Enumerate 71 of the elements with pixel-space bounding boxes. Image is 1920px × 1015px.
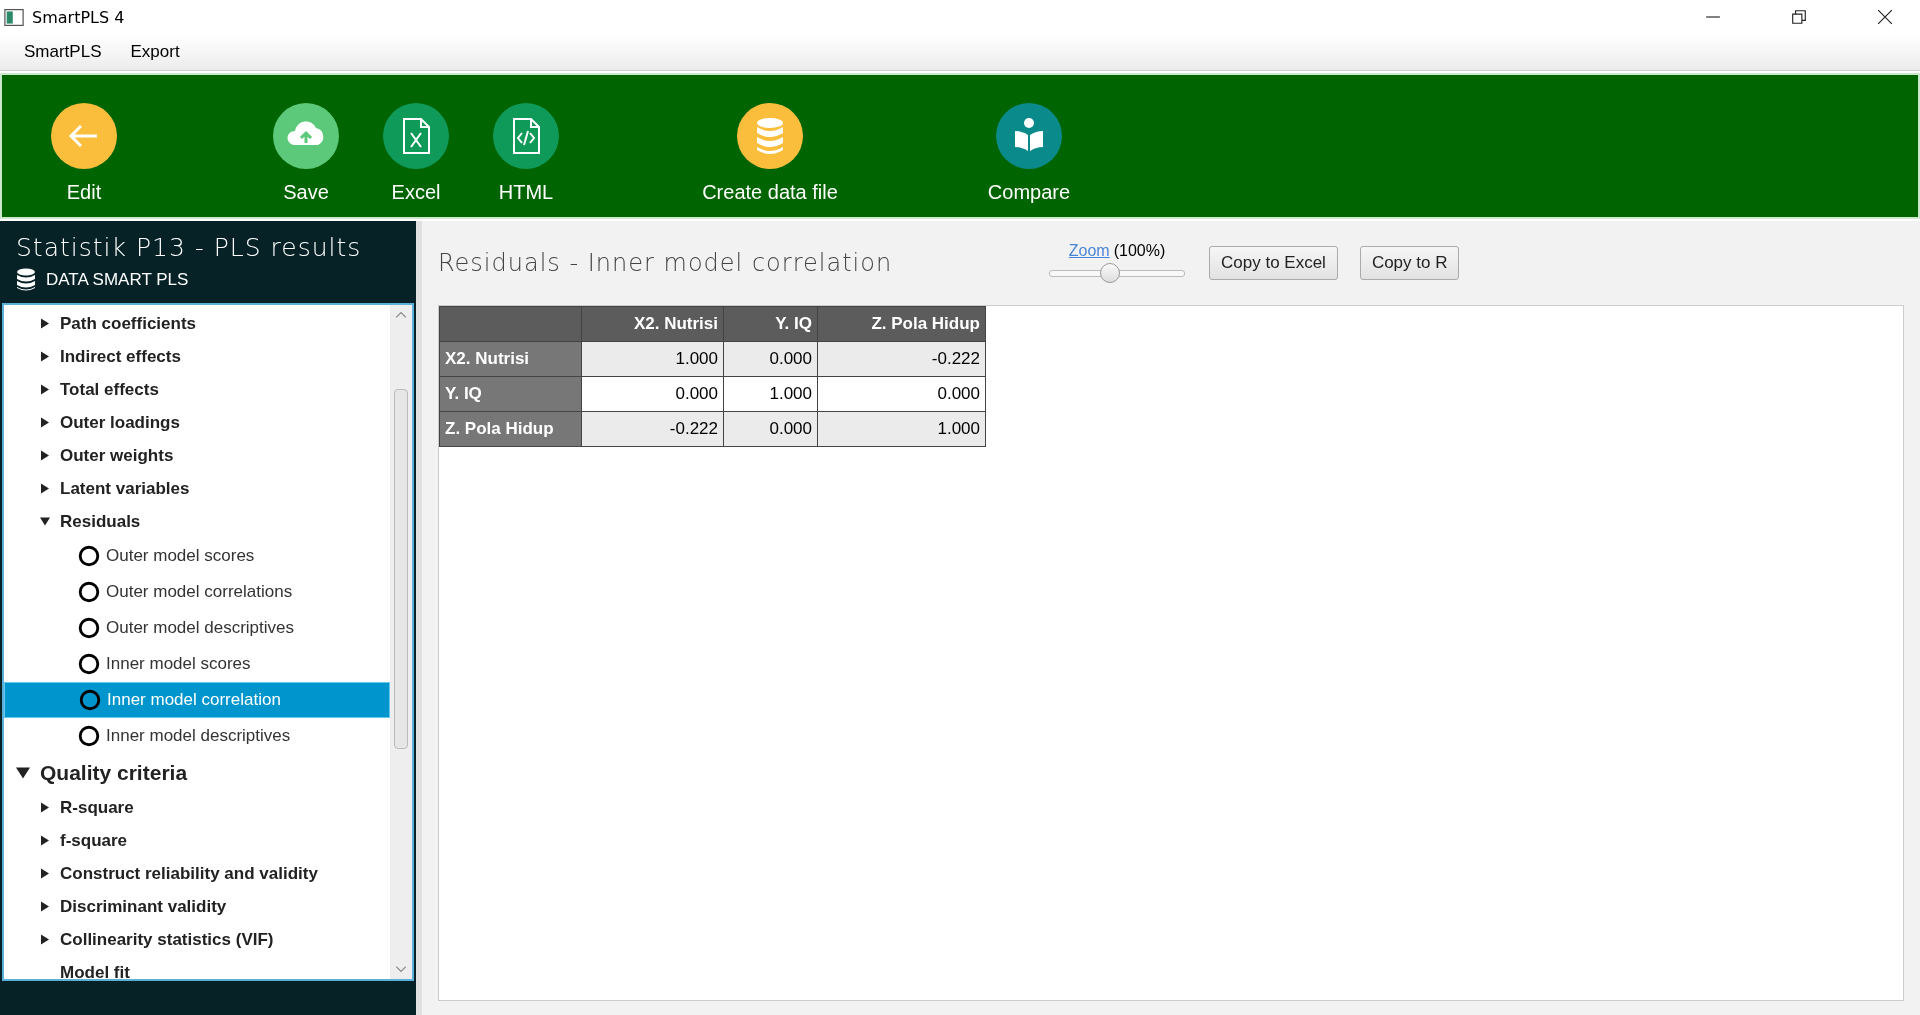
column-header: X2. Nutrisi: [581, 306, 724, 342]
row-header: X2. Nutrisi: [439, 341, 582, 377]
expand-triangle-icon[interactable]: [40, 417, 50, 428]
radio-circle-icon: [79, 689, 101, 711]
app-icon: [4, 8, 24, 26]
scrollbar-thumb[interactable]: [394, 389, 408, 749]
tree-item[interactable]: Inner model descriptives: [4, 718, 390, 754]
database-icon: [16, 268, 36, 292]
expand-triangle-icon[interactable]: [40, 450, 50, 461]
tree-item[interactable]: Inner model scores: [4, 646, 390, 682]
expand-triangle-icon[interactable]: [40, 384, 50, 395]
collapse-triangle-icon[interactable]: [40, 516, 50, 527]
table-cell: 0.000: [581, 376, 724, 412]
radio-circle-icon: [78, 545, 100, 567]
expand-triangle-icon[interactable]: [40, 318, 50, 329]
expand-triangle-icon[interactable]: [40, 351, 50, 362]
menu-item[interactable]: SmartPLS: [24, 42, 102, 62]
radio-circle-icon: [78, 617, 100, 639]
zoom-value: (100%): [1113, 242, 1166, 260]
zoom-slider[interactable]: [1049, 262, 1185, 284]
copy-button[interactable]: Copy to R: [1359, 246, 1460, 280]
toolbar-button[interactable]: Edit: [24, 103, 144, 204]
tree-item[interactable]: Quality criteria: [4, 754, 390, 791]
restore-icon[interactable]: [1791, 9, 1807, 25]
tree-item[interactable]: Total effects: [4, 373, 390, 406]
tree-item[interactable]: Collinearity statistics (VIF): [4, 923, 390, 956]
tree-item[interactable]: R-square: [4, 791, 390, 824]
dataset-name: DATA SMART PLS: [46, 270, 189, 290]
expand-triangle-icon[interactable]: [40, 934, 50, 945]
tree-item[interactable]: Discriminant validity: [4, 890, 390, 923]
tree-item[interactable]: Latent variables: [4, 472, 390, 505]
menu-item[interactable]: Export: [130, 42, 180, 62]
radio-circle-icon: [78, 581, 100, 603]
tree-item[interactable]: Outer model descriptives: [4, 610, 390, 646]
toolbar-button[interactable]: Create data file: [670, 103, 870, 204]
table-cell: -0.222: [581, 411, 724, 447]
table-cell: 0.000: [723, 341, 818, 377]
column-header: Y. IQ: [723, 306, 818, 342]
row-header: Z. Pola Hidup: [439, 411, 582, 447]
tree-item[interactable]: Model fit: [4, 956, 390, 979]
column-header: Z. Pola Hidup: [817, 306, 986, 342]
table-cell: 1.000: [723, 376, 818, 412]
radio-circle-icon: [78, 725, 100, 747]
toolbar-button[interactable]: Compare: [969, 103, 1089, 204]
row-header: Y. IQ: [439, 376, 582, 412]
close-icon[interactable]: [1877, 9, 1893, 25]
expand-triangle-icon[interactable]: [40, 802, 50, 813]
tree-item[interactable]: Outer model correlations: [4, 574, 390, 610]
page-title: Residuals - Inner model correlation: [438, 249, 894, 277]
expand-triangle-icon[interactable]: [40, 483, 50, 494]
window-title: SmartPLS 4: [32, 7, 125, 27]
expand-triangle-icon[interactable]: [40, 835, 50, 846]
expand-triangle-icon[interactable]: [40, 868, 50, 879]
table-cell: 0.000: [723, 411, 818, 447]
tree-item[interactable]: Indirect effects: [4, 340, 390, 373]
tree-item[interactable]: Outer model scores: [4, 538, 390, 574]
expand-triangle-icon[interactable]: [40, 901, 50, 912]
collapse-triangle-icon[interactable]: [16, 765, 30, 780]
copy-button[interactable]: Copy to Excel: [1209, 246, 1338, 280]
tree-item[interactable]: Outer weights: [4, 439, 390, 472]
table-cell: -0.222: [817, 341, 986, 377]
tree-item[interactable]: f-square: [4, 824, 390, 857]
tree-item[interactable]: Path coefficients: [4, 307, 390, 340]
radio-circle-icon: [78, 653, 100, 675]
tree-item[interactable]: Residuals: [4, 505, 390, 538]
tree-item[interactable]: Outer loadings: [4, 406, 390, 439]
table-cell: 1.000: [581, 341, 724, 377]
table-cell: 0.000: [817, 376, 986, 412]
results-title: Statistik P13 - PLS results: [16, 233, 363, 262]
tree-item[interactable]: Construct reliability and validity: [4, 857, 390, 890]
table-cell: 1.000: [817, 411, 986, 447]
